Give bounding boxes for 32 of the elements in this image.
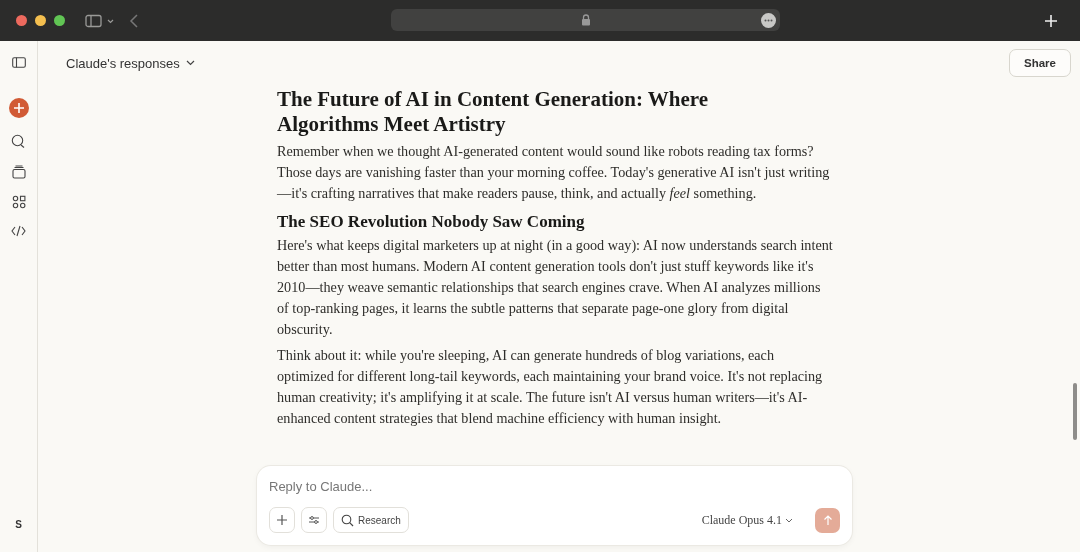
- chat-title-dropdown[interactable]: Claude's responses: [66, 55, 195, 71]
- more-icon[interactable]: [761, 12, 776, 28]
- research-button[interactable]: Research: [333, 507, 409, 533]
- new-tab-icon[interactable]: [1044, 13, 1058, 28]
- plus-icon: [276, 514, 288, 526]
- search-icon: [341, 513, 354, 527]
- lock-icon: [581, 14, 591, 26]
- chevron-down-icon: [785, 517, 793, 523]
- article-title: The Future of AI in Content Generation: Where Algorithms Meet Artistry: [277, 87, 710, 137]
- model-selector[interactable]: Claude Opus 4.1: [695, 511, 799, 529]
- sidebar-icon[interactable]: [11, 57, 26, 68]
- user-initial[interactable]: S: [15, 519, 22, 530]
- arrow-up-icon: [822, 514, 833, 526]
- paragraph: Think about it: while you're sleeping, AI can generate hundreds of blog variations, each optimized for different long-tail keywords, each maintaining your brand voice. It's not replacing human creativity; it's amplifying it at scale. The future isn't AI versus human writers—it's AI-enhanced content strategies that blend machine efficiency with human insight.: [277, 346, 824, 428]
- scrollbar-thumb[interactable]: [1073, 383, 1077, 440]
- sidebar-toggle-icon[interactable]: [85, 13, 115, 28]
- tools-button[interactable]: [301, 507, 327, 533]
- section-heading: The SEO Revolution Nobody Saw Coming: [277, 211, 586, 232]
- address-bar[interactable]: [391, 9, 780, 31]
- new-chat-icon[interactable]: [8, 98, 29, 118]
- paragraph: Remember when we thought AI-generated content would sound like robots reading tax forms? Those days are vanishing faster than your morning coffee. Today's generative AI isn't just writing—it's crafting narratives that make readers pause, think, and actually feel something.: [277, 142, 831, 203]
- back-icon[interactable]: [129, 12, 139, 29]
- share-button[interactable]: Share: [1009, 49, 1071, 77]
- artifacts-icon[interactable]: [11, 195, 26, 209]
- add-button[interactable]: [269, 507, 295, 533]
- reply-field[interactable]: Reply to Claude... Research Claude Opus 4.1: [257, 466, 852, 545]
- sliders-icon: [308, 515, 320, 525]
- chevron-down-icon: [185, 60, 195, 66]
- window-controls-icon[interactable]: [16, 15, 65, 26]
- code-icon[interactable]: [11, 225, 26, 237]
- projects-icon[interactable]: [11, 165, 26, 179]
- paragraph: Here's what keeps digital marketers up at night (in a good way): AI now understands search intent better than most humans. Modern AI content generation tools don't just stuff keywords like it's 2010—they weave semantic relationships that search engines crave. When AI analyzes millions of top-ranking pages, it learns the subtle patterns that separate page-one glory from digital obscurity.: [277, 236, 833, 339]
